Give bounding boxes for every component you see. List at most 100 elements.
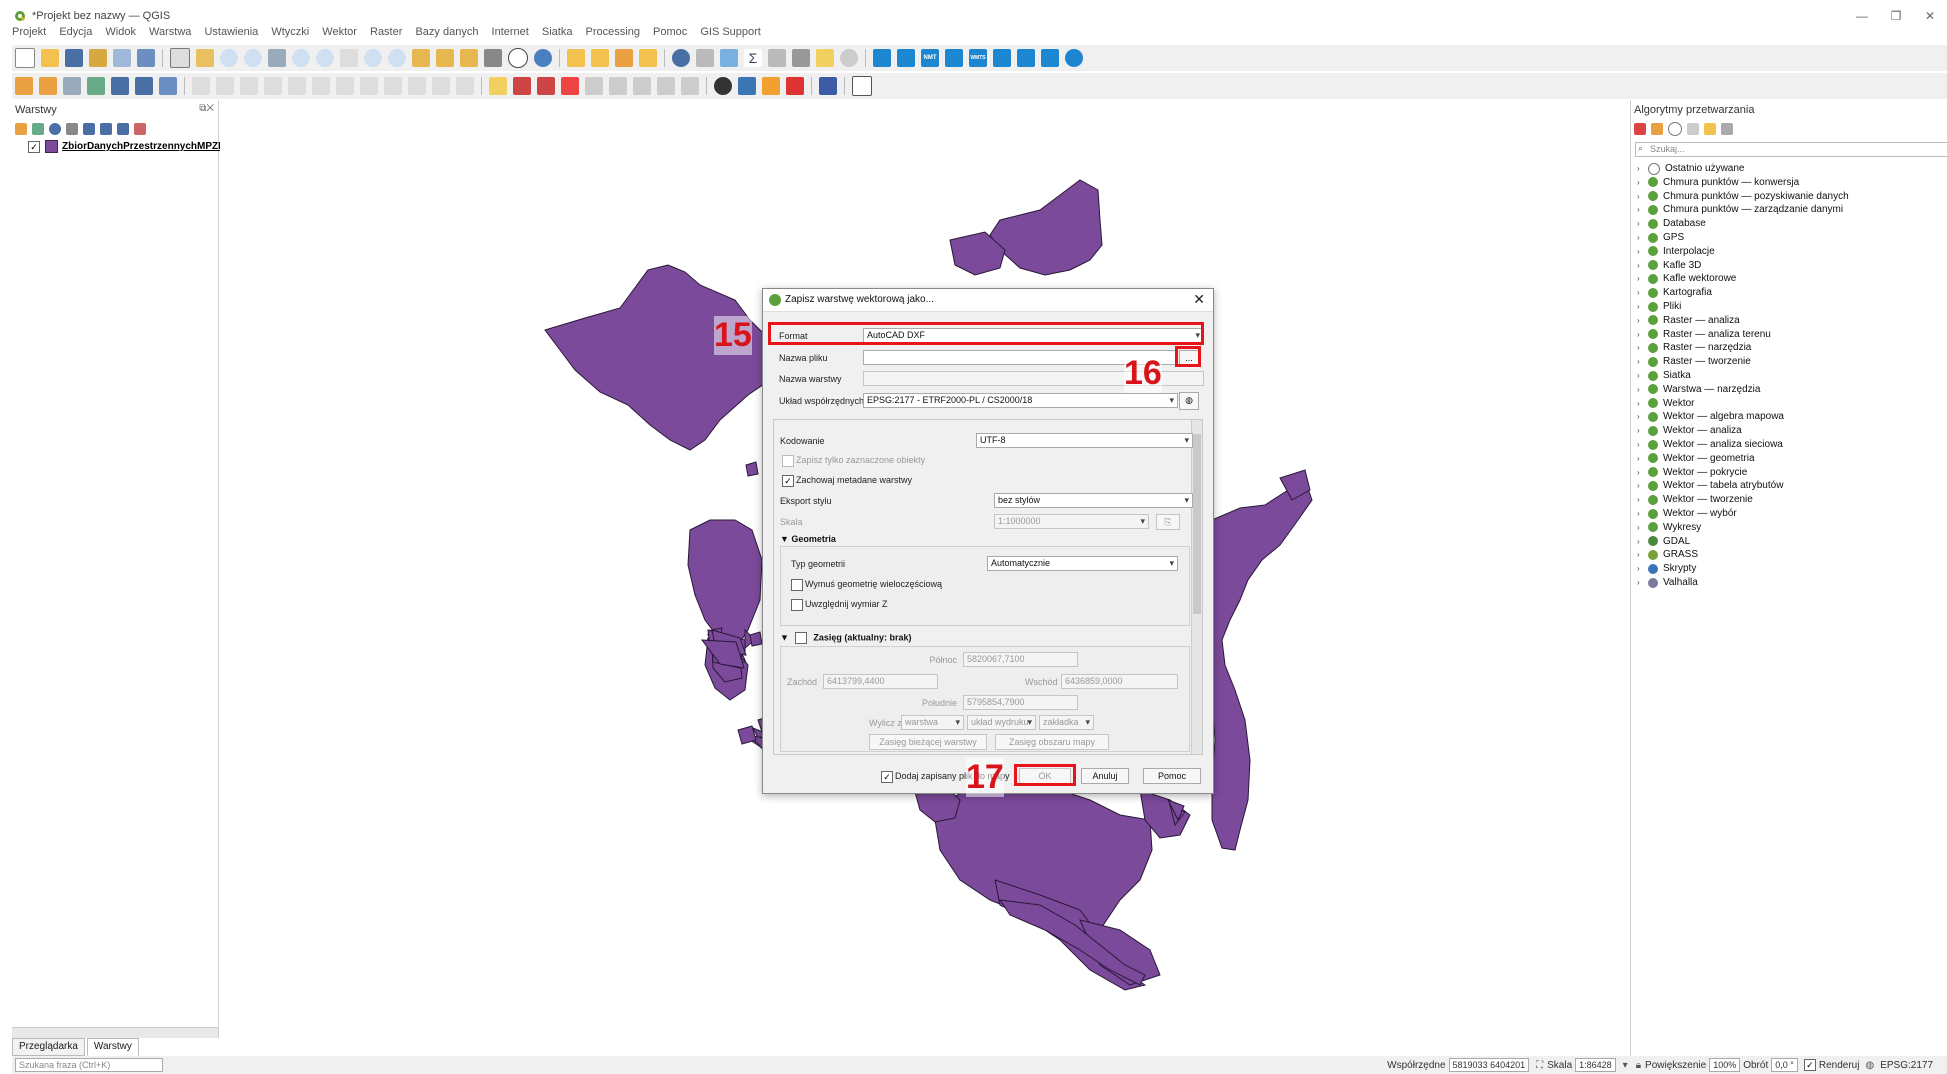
- pan-to-selection-icon[interactable]: [196, 49, 214, 67]
- algorithm-group-item[interactable]: › Wektor — tworzenie: [1637, 493, 1753, 506]
- bookmark-icon[interactable]: [460, 49, 478, 67]
- gps-icon[interactable]: [714, 77, 732, 95]
- expand-arrow-icon[interactable]: ›: [1637, 247, 1645, 256]
- expand-arrow-icon[interactable]: ›: [1637, 357, 1645, 366]
- new-3d-view-icon[interactable]: [436, 49, 454, 67]
- layers-stack-icon[interactable]: [852, 76, 872, 96]
- algorithm-group-item[interactable]: › Wektor — pokrycie: [1637, 466, 1747, 479]
- algorithm-group-item[interactable]: › Raster — analiza terenu: [1637, 328, 1771, 341]
- tab-browser[interactable]: Przeglądarka: [12, 1038, 85, 1056]
- menu-warstwa[interactable]: Warstwa: [149, 26, 191, 38]
- algorithm-group-item[interactable]: › Skrypty: [1637, 562, 1696, 575]
- scripts-icon[interactable]: [1651, 123, 1663, 135]
- filter-expression-icon[interactable]: [83, 123, 95, 135]
- expand-arrow-icon[interactable]: ›: [1637, 178, 1645, 187]
- keep-metadata-checkbox[interactable]: ✓: [782, 475, 794, 487]
- algorithm-group-item[interactable]: › Kartografia: [1637, 286, 1712, 299]
- edit-features-icon[interactable]: [1704, 123, 1716, 135]
- algorithm-group-item[interactable]: › Database: [1637, 217, 1706, 230]
- expand-arrow-icon[interactable]: ›: [1637, 233, 1645, 242]
- algorithm-group-item[interactable]: › Chmura punktów — konwersja: [1637, 176, 1799, 189]
- modify-attributes-icon[interactable]: [312, 77, 330, 95]
- expand-arrow-icon[interactable]: ›: [1637, 192, 1645, 201]
- lock-icon[interactable]: 🔒︎: [1636, 1060, 1641, 1071]
- expand-arrow-icon[interactable]: ›: [1637, 385, 1645, 394]
- algorithm-group-item[interactable]: › Warstwa — narzędzia: [1637, 383, 1760, 396]
- plugin-globe-icon[interactable]: [993, 49, 1011, 67]
- algorithm-group-item[interactable]: › Kafle wektorowe: [1637, 272, 1736, 285]
- render-checkbox[interactable]: ✓: [1803, 1059, 1816, 1071]
- expand-arrow-icon[interactable]: ›: [1637, 219, 1645, 228]
- algorithm-group-item[interactable]: › Kafle 3D: [1637, 259, 1701, 272]
- east-input[interactable]: 6436859,0000: [1061, 674, 1178, 689]
- expand-arrow-icon[interactable]: ›: [1637, 550, 1645, 559]
- digitize-icon[interactable]: [87, 77, 105, 95]
- history-icon[interactable]: [1668, 122, 1682, 136]
- algorithm-group-item[interactable]: › GDAL: [1637, 535, 1690, 548]
- scale-lock-icon[interactable]: ⎘: [1156, 514, 1180, 530]
- label-change-icon[interactable]: [633, 77, 651, 95]
- expand-arrow-icon[interactable]: ›: [1637, 495, 1645, 504]
- processing-toolbox-icon[interactable]: [720, 49, 738, 67]
- expand-arrow-icon[interactable]: ›: [1637, 274, 1645, 283]
- force-multi-checkbox[interactable]: [791, 579, 803, 591]
- expand-arrow-icon[interactable]: ›: [1637, 481, 1645, 490]
- plugin-person-icon[interactable]: [762, 77, 780, 95]
- minimize-button[interactable]: —: [1847, 8, 1877, 24]
- crs-status-button[interactable]: EPSG:2177: [1880, 1060, 1933, 1071]
- add-vector-icon[interactable]: [63, 77, 81, 95]
- algorithm-group-item[interactable]: › GRASS: [1637, 548, 1698, 561]
- undo-icon[interactable]: [432, 77, 450, 95]
- manage-visibility-icon[interactable]: [49, 123, 61, 135]
- scale-lock-icon[interactable]: ▾: [1623, 1060, 1628, 1071]
- statistics-sigma-icon[interactable]: Σ: [744, 49, 762, 67]
- zoom-selection-icon[interactable]: [292, 49, 310, 67]
- locator-search-input[interactable]: Szukana fraza (Ctrl+K): [15, 1058, 163, 1072]
- expand-arrow-icon[interactable]: ›: [1637, 371, 1645, 380]
- select-features-icon[interactable]: [567, 49, 585, 67]
- layer-name[interactable]: ZbiorDanychPrzestrzennychMPZP:a: [62, 141, 234, 152]
- expand-arrow-icon[interactable]: ›: [1637, 523, 1645, 532]
- menu-edycja[interactable]: Edycja: [59, 26, 92, 38]
- open-table-icon[interactable]: [768, 49, 786, 67]
- crs-picker-globe-icon[interactable]: ◍: [1179, 392, 1199, 410]
- diagram-props-icon[interactable]: [681, 77, 699, 95]
- add-layer-icon[interactable]: [39, 77, 57, 95]
- expand-arrow-icon[interactable]: ›: [1637, 578, 1645, 587]
- expand-arrow-icon[interactable]: ›: [1637, 343, 1645, 352]
- expand-arrow-icon[interactable]: ›: [1637, 261, 1645, 270]
- zoom-next-icon[interactable]: [388, 49, 406, 67]
- plugin-red-icon[interactable]: [786, 77, 804, 95]
- open-project-icon[interactable]: [41, 49, 59, 67]
- layer-styling-icon[interactable]: [15, 123, 27, 135]
- zoom-out-icon[interactable]: [244, 49, 262, 67]
- map-tips-icon[interactable]: [816, 49, 834, 67]
- paste-features-icon[interactable]: [408, 77, 426, 95]
- expand-arrow-icon[interactable]: ›: [1637, 564, 1645, 573]
- dialog-close-icon[interactable]: ✕: [1193, 291, 1205, 308]
- expand-arrow-icon[interactable]: ›: [1637, 316, 1645, 325]
- expand-arrow-icon[interactable]: ›: [1637, 302, 1645, 311]
- toggle-edit-icon[interactable]: [192, 77, 210, 95]
- zoom-last-icon[interactable]: [364, 49, 382, 67]
- layer-extent-button[interactable]: Zasięg bieżącej warstwy: [869, 734, 987, 750]
- attribute-table-icon[interactable]: [696, 49, 714, 67]
- new-map-view-icon[interactable]: [412, 49, 430, 67]
- extent-section-header[interactable]: ▼ Zasięg (aktualny: brak): [780, 632, 911, 644]
- identify-icon[interactable]: [672, 49, 690, 67]
- help-icon[interactable]: [819, 77, 837, 95]
- algorithm-group-item[interactable]: › Siatka: [1637, 369, 1691, 382]
- new-layout-icon[interactable]: [89, 49, 107, 67]
- redo-icon[interactable]: [456, 77, 474, 95]
- extent-checkbox[interactable]: [795, 632, 808, 644]
- label-icon[interactable]: [489, 77, 507, 95]
- cancel-button[interactable]: Anuluj: [1081, 768, 1129, 784]
- algorithm-group-item[interactable]: › Interpolacje: [1637, 245, 1715, 258]
- plugin-target-icon[interactable]: [897, 49, 915, 67]
- scrollbar-thumb[interactable]: [1193, 434, 1201, 614]
- nmt-icon[interactable]: NMT: [921, 49, 939, 67]
- expand-arrow-icon[interactable]: ›: [1637, 440, 1645, 449]
- style-export-select[interactable]: bez stylów: [994, 493, 1193, 508]
- plugin-download-icon[interactable]: [1017, 49, 1035, 67]
- expand-arrow-icon[interactable]: ›: [1637, 164, 1645, 173]
